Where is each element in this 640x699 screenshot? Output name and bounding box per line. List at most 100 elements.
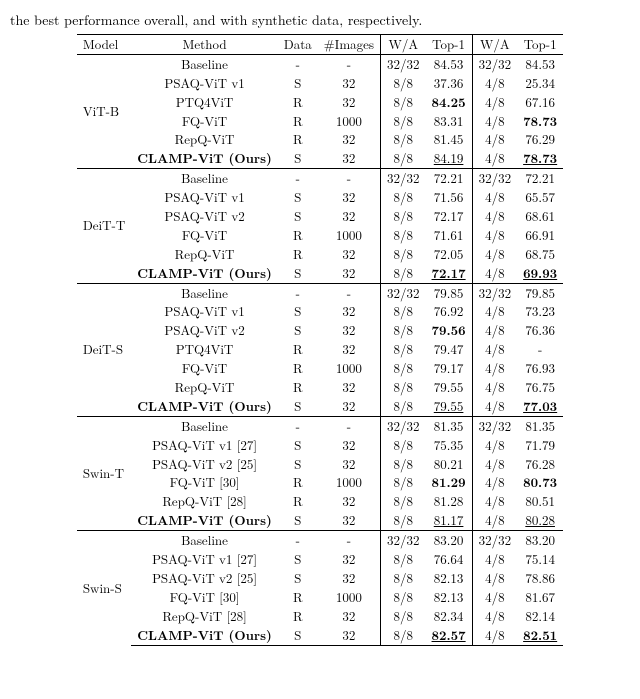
table-row: FQ-ViT [30]R10008/881.294/880.73 xyxy=(77,473,563,492)
images-cell: 32 xyxy=(318,93,381,112)
top1-2-cell: 78.73 xyxy=(517,149,563,168)
wa2-cell: 4/8 xyxy=(472,588,517,607)
top1-2-cell: 68.75 xyxy=(517,245,563,264)
images-cell: 32 xyxy=(318,455,381,474)
images-cell: 32 xyxy=(318,302,381,321)
wa2-cell: 4/8 xyxy=(472,93,517,112)
method-cell: PSAQ-ViT v1 xyxy=(131,302,278,321)
method-cell: PSAQ-ViT v1 xyxy=(131,188,278,207)
table-row: CLAMP-ViT (Ours)S328/884.194/878.73 xyxy=(77,149,563,168)
top1-1-cell: 37.36 xyxy=(426,74,473,93)
table-row: FQ-ViTR10008/883.314/878.73 xyxy=(77,112,563,131)
top1-1-cell: 81.35 xyxy=(426,416,473,435)
method-cell: PSAQ-ViT v1 xyxy=(131,74,278,93)
wa1-cell: 8/8 xyxy=(381,112,426,131)
method-cell: FQ-ViT xyxy=(131,112,278,131)
table-row: CLAMP-ViT (Ours)S328/882.574/882.51 xyxy=(77,626,563,645)
top1-2-cell: 82.14 xyxy=(517,607,563,626)
images-cell: 32 xyxy=(318,188,381,207)
method-cell: FQ-ViT [30] xyxy=(131,588,278,607)
wa1-cell: 8/8 xyxy=(381,550,426,569)
images-cell: 32 xyxy=(318,607,381,626)
table-row: PTQ4ViTR328/879.474/8- xyxy=(77,340,563,359)
wa2-cell: 4/8 xyxy=(472,397,517,416)
wa2-cell: 32/32 xyxy=(472,416,517,435)
data-cell: S xyxy=(278,455,318,474)
wa2-cell: 4/8 xyxy=(472,455,517,474)
top1-1-cell: 76.92 xyxy=(426,302,473,321)
wa2-cell: 4/8 xyxy=(472,264,517,283)
col-images: #Images xyxy=(318,35,381,55)
data-cell: S xyxy=(278,550,318,569)
data-cell: R xyxy=(278,359,318,378)
top1-2-cell: 65.57 xyxy=(517,188,563,207)
top1-2-cell: 66.91 xyxy=(517,226,563,245)
images-cell: 32 xyxy=(318,397,381,416)
images-cell: 1000 xyxy=(318,359,381,378)
table-row: PTQ4ViTR328/884.254/867.16 xyxy=(77,93,563,112)
table-row: PSAQ-ViT v1 [27]S328/875.354/871.79 xyxy=(77,436,563,455)
data-cell: S xyxy=(278,569,318,588)
wa1-cell: 8/8 xyxy=(381,378,426,397)
top1-2-cell: 72.21 xyxy=(517,169,563,188)
top1-1-cell: 82.57 xyxy=(426,626,473,645)
images-cell: 32 xyxy=(318,74,381,93)
wa1-cell: 8/8 xyxy=(381,130,426,149)
top1-1-cell: 81.29 xyxy=(426,473,473,492)
table-row: PSAQ-ViT v1S328/837.364/825.34 xyxy=(77,74,563,93)
col-data: Data xyxy=(278,35,318,55)
top1-2-cell: 25.34 xyxy=(517,74,563,93)
model-cell: DeiT-S xyxy=(77,283,131,416)
data-cell: R xyxy=(278,93,318,112)
wa1-cell: 8/8 xyxy=(381,397,426,416)
wa2-cell: 32/32 xyxy=(472,283,517,302)
method-cell: Baseline xyxy=(131,54,278,73)
method-cell: RepQ-ViT xyxy=(131,245,278,264)
data-cell: R xyxy=(278,473,318,492)
top1-1-cell: 79.56 xyxy=(426,321,473,340)
wa2-cell: 4/8 xyxy=(472,340,517,359)
table-row: Swin-TBaseline--32/3281.3532/3281.35 xyxy=(77,416,563,435)
data-cell: S xyxy=(278,302,318,321)
top1-2-cell: 73.23 xyxy=(517,302,563,321)
model-cell: ViT-B xyxy=(77,54,131,168)
wa1-cell: 8/8 xyxy=(381,607,426,626)
table-row: ViT-BBaseline--32/3284.5332/3284.53 xyxy=(77,54,563,73)
results-table: Model Method Data #Images W/A Top-1 W/A … xyxy=(77,34,563,646)
method-cell: CLAMP-ViT (Ours) xyxy=(131,397,278,416)
top1-1-cell: 81.28 xyxy=(426,492,473,511)
top1-1-cell: 72.17 xyxy=(426,207,473,226)
table-row: RepQ-ViT [28]R328/881.284/880.51 xyxy=(77,492,563,511)
table-row: RepQ-ViTR328/879.554/876.75 xyxy=(77,378,563,397)
method-cell: PTQ4ViT xyxy=(131,340,278,359)
table-header-row: Model Method Data #Images W/A Top-1 W/A … xyxy=(77,35,563,55)
images-cell: 1000 xyxy=(318,112,381,131)
model-cell: Swin-T xyxy=(77,416,131,530)
data-cell: R xyxy=(278,588,318,607)
table-row: PSAQ-ViT v2S328/872.174/868.61 xyxy=(77,207,563,226)
wa1-cell: 32/32 xyxy=(381,169,426,188)
wa1-cell: 8/8 xyxy=(381,473,426,492)
method-cell: PSAQ-ViT v2 [25] xyxy=(131,455,278,474)
top1-2-cell: 81.67 xyxy=(517,588,563,607)
data-cell: R xyxy=(278,130,318,149)
method-cell: RepQ-ViT [28] xyxy=(131,607,278,626)
table-row: Swin-SBaseline--32/3283.2032/3283.20 xyxy=(77,531,563,550)
images-cell: - xyxy=(318,531,381,550)
wa2-cell: 4/8 xyxy=(472,492,517,511)
table-row: DeiT-TBaseline--32/3272.2132/3272.21 xyxy=(77,169,563,188)
images-cell: 32 xyxy=(318,378,381,397)
method-cell: Baseline xyxy=(131,169,278,188)
data-cell: - xyxy=(278,169,318,188)
wa2-cell: 4/8 xyxy=(472,112,517,131)
images-cell: - xyxy=(318,416,381,435)
images-cell: 32 xyxy=(318,436,381,455)
top1-1-cell: 72.21 xyxy=(426,169,473,188)
data-cell: S xyxy=(278,149,318,168)
wa1-cell: 8/8 xyxy=(381,340,426,359)
wa1-cell: 32/32 xyxy=(381,531,426,550)
wa1-cell: 8/8 xyxy=(381,511,426,530)
table-row: PSAQ-ViT v2 [25]S328/880.214/876.28 xyxy=(77,455,563,474)
method-cell: FQ-ViT xyxy=(131,359,278,378)
wa2-cell: 32/32 xyxy=(472,169,517,188)
